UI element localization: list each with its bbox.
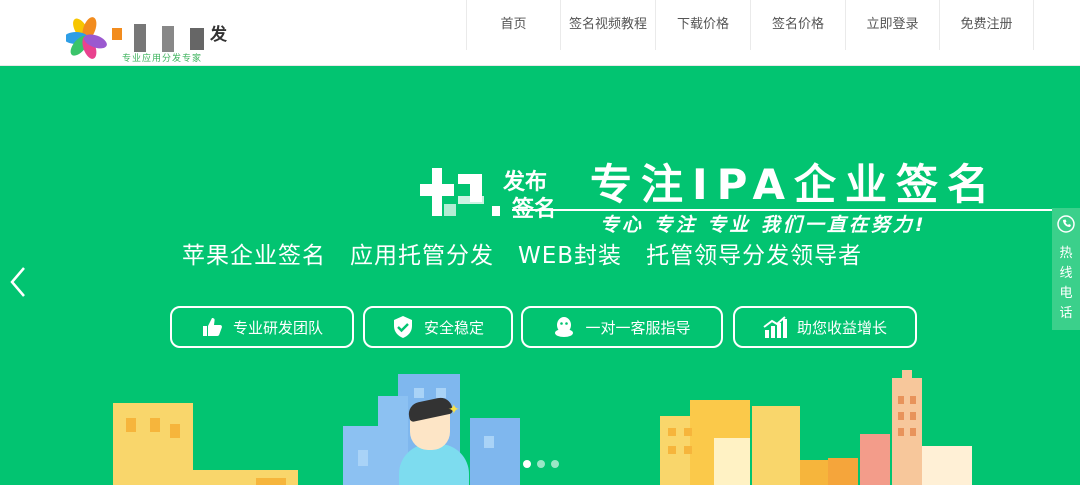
hotline-char: 热 — [1059, 246, 1073, 261]
nav-sign-price[interactable]: 签名价格 — [750, 0, 845, 50]
carousel-prev-arrow-icon[interactable] — [6, 264, 30, 300]
feature-label: 专业研发团队 — [232, 318, 323, 337]
carousel-dot[interactable] — [551, 460, 559, 468]
feature-button-rd-team[interactable]: 专业研发团队 — [170, 306, 354, 348]
hero-title: 专注IPA企业签名 — [590, 160, 999, 209]
nav-download-price[interactable]: 下载价格 — [655, 0, 750, 50]
nav-sign-video-tutorial[interactable]: 签名视频教程 — [560, 0, 655, 50]
feature-button-secure[interactable]: 安全稳定 — [363, 306, 513, 348]
feature-label: 一对一客服指导 — [585, 318, 691, 337]
logo-text: 发 — [210, 25, 227, 45]
hotline-char: 话 — [1059, 306, 1073, 321]
service-item: 苹果企业签名 — [182, 243, 326, 269]
feature-button-revenue[interactable]: 助您收益增长 — [733, 306, 917, 348]
shield-check-icon — [393, 316, 412, 338]
badge-text-publish: 发布 — [503, 170, 548, 195]
main-nav: 首页 签名视频教程 下载价格 签名价格 立即登录 免费注册 — [466, 0, 1034, 50]
services-list: 苹果企业签名 应用托管分发 WEB封装 托管领导分发领导者 — [182, 236, 886, 270]
nav-home[interactable]: 首页 — [466, 0, 560, 50]
hotline-tab[interactable]: 热 线 电 话 — [1052, 208, 1080, 330]
hero-tagline: 专心 专注 专业 我们一直在努力! — [600, 214, 927, 236]
nav-register[interactable]: 免费注册 — [939, 0, 1034, 50]
carousel-dot[interactable] — [537, 460, 545, 468]
thumbs-up-icon — [202, 318, 222, 336]
service-item: WEB封装 — [518, 243, 623, 269]
logo-slogan: 专业应用分发专家 — [122, 54, 203, 64]
qq-penguin-icon — [555, 317, 574, 337]
feature-label: 安全稳定 — [423, 318, 484, 337]
growth-chart-icon — [763, 316, 787, 338]
feature-button-support[interactable]: 一对一客服指导 — [521, 306, 723, 348]
service-item: 托管领导分发领导者 — [646, 243, 863, 269]
nav-login[interactable]: 立即登录 — [845, 0, 939, 50]
hotline-char: 电 — [1059, 286, 1073, 301]
hero-banner: 发布 签名 专注IPA企业签名 专心 专注 专业 我们一直在努力! 苹果企业签名… — [0, 66, 1080, 485]
phone-icon — [1057, 215, 1075, 233]
feature-label: 助您收益增长 — [796, 318, 887, 337]
site-header: 发 专业应用分发专家 首页 签名视频教程 下载价格 签名价格 立即登录 免费注册 — [0, 0, 1080, 66]
carousel-dots — [523, 460, 565, 468]
service-item: 应用托管分发 — [350, 243, 494, 269]
hotline-char: 线 — [1059, 266, 1073, 281]
carousel-dot[interactable] — [523, 460, 531, 468]
